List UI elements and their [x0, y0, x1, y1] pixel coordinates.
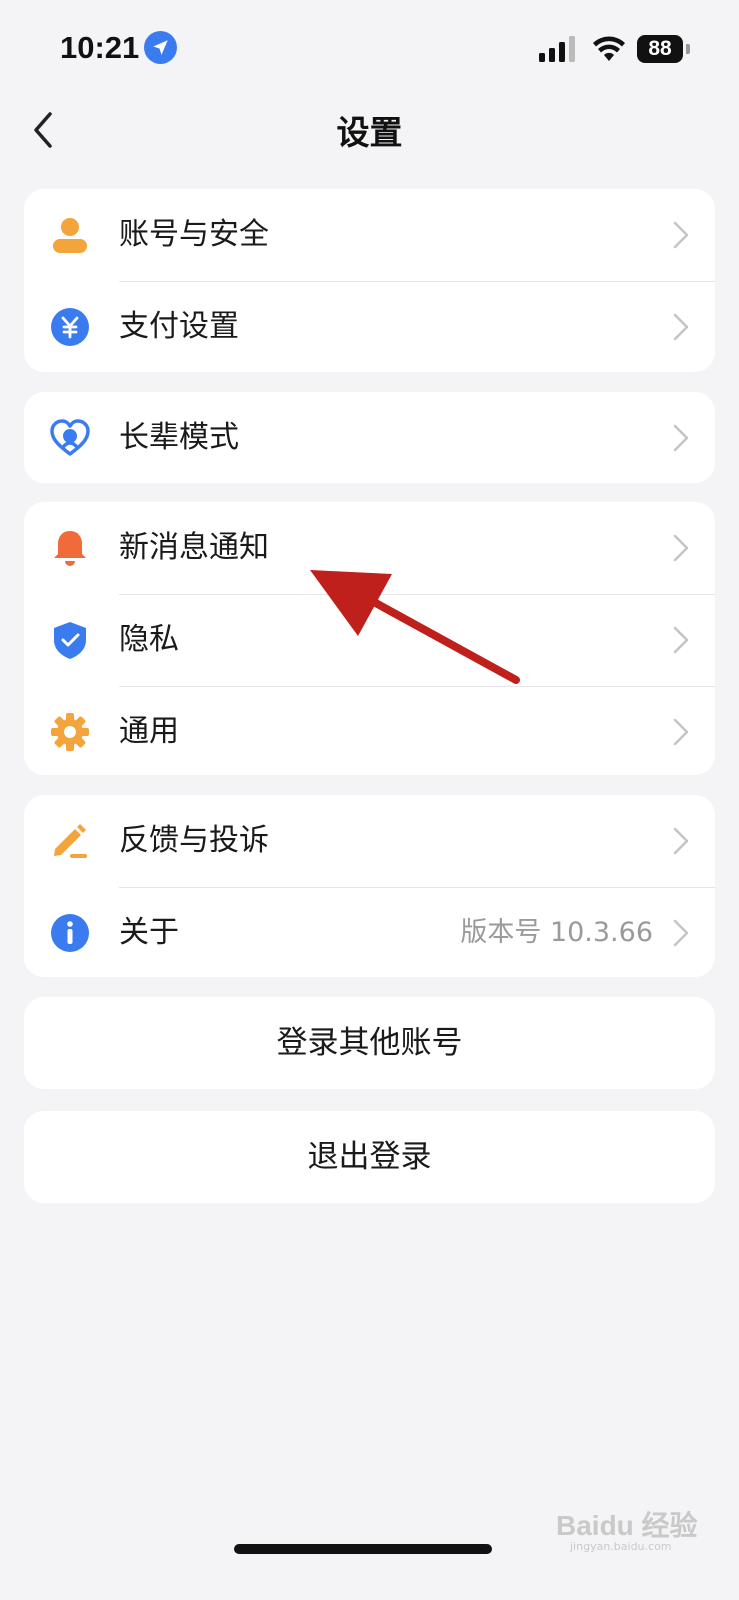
yuan-coin-icon: [51, 308, 89, 346]
logout-button[interactable]: 退出登录: [24, 1111, 715, 1203]
page-title: 设置: [336, 113, 403, 152]
chevron-right-icon: [673, 534, 689, 562]
switch-account-button[interactable]: 登录其他账号: [24, 997, 715, 1089]
watermark-brand: Baidu 经验: [556, 1510, 698, 1541]
settings-group-elder: 长辈模式: [24, 392, 715, 483]
annotation-arrow-icon: [310, 570, 520, 684]
chevron-right-icon: [673, 424, 689, 452]
shield-icon: [54, 622, 86, 659]
settings-group-account: 账号与安全 支付设置: [24, 189, 715, 372]
cellular-signal-icon: [539, 36, 575, 62]
settings-item-label: 长辈模式: [119, 420, 239, 455]
settings-screen: 10:21 88 设置 账号与安全 支付设置 长辈模式 新消息通知 隐私 通用 …: [0, 0, 739, 1600]
status-time: 10:21: [60, 30, 140, 65]
settings-item-label: 新消息通知: [119, 530, 269, 565]
settings-item-label: 通用: [119, 714, 179, 749]
info-icon: [51, 914, 89, 952]
bell-icon: [54, 531, 86, 566]
status-bar: 10:21 88: [0, 0, 739, 100]
home-indicator[interactable]: [234, 1544, 492, 1554]
watermark-url: jingyan.baidu.com: [570, 1540, 672, 1553]
version-value: 版本号 10.3.66: [460, 917, 653, 948]
settings-item-feedback[interactable]: 反馈与投诉: [24, 795, 715, 887]
chevron-right-icon: [673, 919, 689, 947]
settings-item-label: 支付设置: [119, 309, 239, 344]
location-arrow-icon: [144, 31, 177, 64]
chevron-right-icon: [673, 827, 689, 855]
chevron-right-icon: [673, 221, 689, 249]
settings-item-about[interactable]: 关于 版本号 10.3.66: [24, 887, 715, 977]
settings-item-label: 账号与安全: [119, 217, 269, 252]
heart-icon: [50, 419, 90, 456]
gear-icon: [51, 713, 89, 751]
settings-item-elder-mode[interactable]: 长辈模式: [24, 392, 715, 483]
battery-nub: [686, 44, 690, 54]
chevron-right-icon: [673, 313, 689, 341]
settings-item-label: 隐私: [119, 622, 179, 657]
wifi-icon: [593, 36, 625, 61]
settings-item-label: 关于: [119, 915, 179, 950]
user-icon: [53, 218, 87, 253]
settings-item-payment[interactable]: 支付设置: [24, 281, 715, 372]
settings-item-account-security[interactable]: 账号与安全: [24, 189, 715, 281]
chevron-right-icon: [673, 626, 689, 654]
chevron-right-icon: [673, 718, 689, 746]
pencil-icon: [54, 824, 87, 858]
settings-item-label: 反馈与投诉: [119, 823, 269, 858]
settings-group-about: 反馈与投诉 关于 版本号 10.3.66: [24, 795, 715, 977]
battery-indicator: 88: [637, 35, 683, 63]
